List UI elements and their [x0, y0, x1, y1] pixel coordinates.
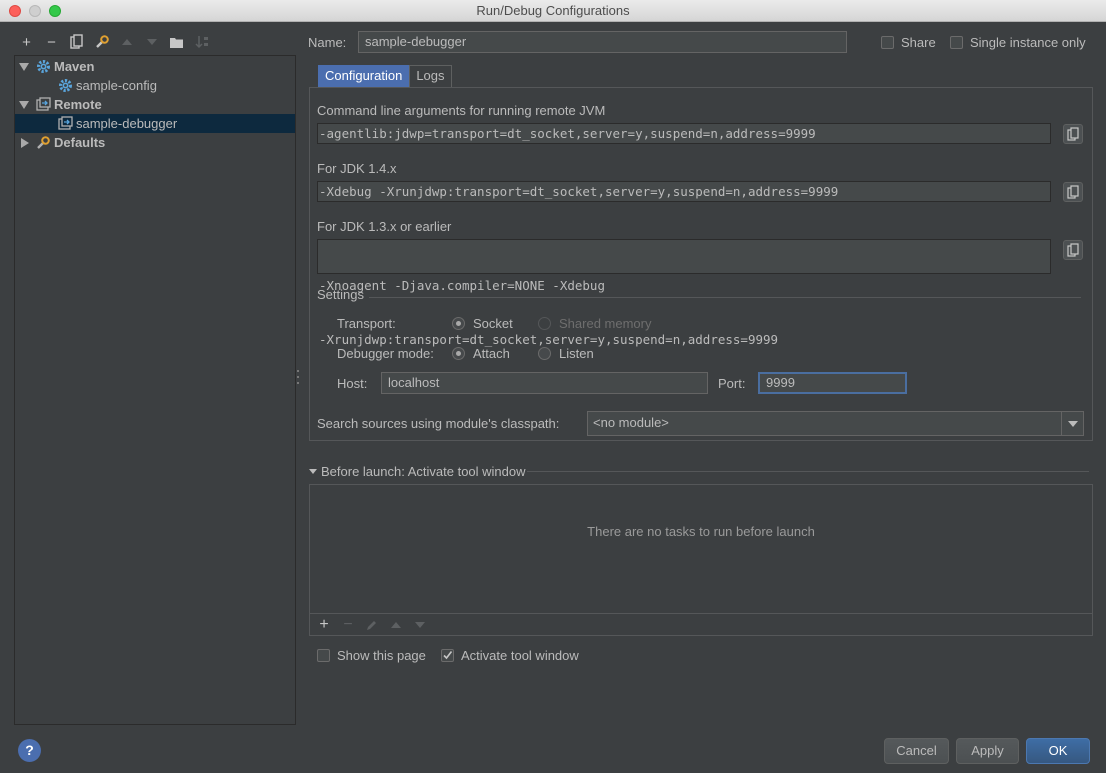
wrench-icon[interactable]	[91, 32, 112, 52]
move-task-up-icon[interactable]	[386, 615, 406, 635]
copy-icon	[1067, 243, 1079, 257]
share-label: Share	[901, 35, 936, 50]
edit-task-icon[interactable]	[362, 615, 382, 635]
copy-jdk14-button[interactable]	[1063, 182, 1083, 202]
close-window-button[interactable]	[9, 5, 21, 17]
mode-attach-radio[interactable]	[452, 347, 465, 360]
title-bar: Run/Debug Configurations	[0, 0, 1106, 22]
tree-item-label: Defaults	[54, 135, 106, 150]
tree-item-maven[interactable]: Maven	[15, 57, 295, 76]
before-launch-tasks: There are no tasks to run before launch …	[309, 484, 1093, 636]
folder-icon[interactable]	[166, 32, 187, 52]
checkmark-icon	[443, 651, 453, 660]
copy-icon	[1067, 185, 1079, 199]
ok-button[interactable]: OK	[1026, 738, 1090, 764]
jdk13-line: -Xnoagent -Djava.compiler=NONE -Xdebug	[319, 278, 605, 293]
port-input[interactable]: 9999	[758, 372, 907, 394]
remote-icon	[35, 97, 51, 113]
host-label: Host:	[337, 376, 368, 391]
single-instance-checkbox[interactable]	[950, 36, 963, 49]
before-launch-header[interactable]: Before launch: Activate tool window	[309, 464, 526, 479]
tree-item-sample-debugger[interactable]: sample-debugger	[15, 114, 295, 133]
expand-arrow-icon[interactable]	[17, 62, 31, 71]
tab-bar: Configuration Logs	[318, 65, 452, 87]
port-label: Port:	[718, 376, 746, 391]
settings-divider	[369, 297, 1081, 298]
cmdline-label: Command line arguments for running remot…	[317, 103, 606, 118]
name-label: Name:	[308, 35, 347, 50]
tree-item-label: Maven	[54, 59, 95, 74]
transport-socket-radio[interactable]	[452, 317, 465, 330]
configuration-tree: Maven sample-config Remote sample-debugg…	[14, 55, 296, 725]
window-title: Run/Debug Configurations	[476, 3, 630, 18]
remove-icon[interactable]: −	[41, 32, 62, 52]
module-select[interactable]: <no module>	[587, 411, 1084, 436]
jdk13-field[interactable]: -Xnoagent -Djava.compiler=NONE -Xdebug -…	[317, 239, 1051, 347]
jdk13-label: For JDK 1.3.x or earlier	[317, 219, 452, 234]
maven-gear-icon	[35, 59, 51, 75]
maximize-window-button[interactable]	[49, 5, 61, 17]
mode-listen-radio[interactable]	[538, 347, 551, 360]
collapse-arrow-icon	[309, 468, 317, 474]
collapse-arrow-icon[interactable]	[18, 137, 32, 148]
before-launch-divider	[527, 471, 1089, 472]
maven-config-icon	[57, 78, 73, 94]
tree-item-label: sample-debugger	[76, 116, 178, 131]
config-toolbar: + −	[16, 32, 212, 52]
jdk14-label: For JDK 1.4.x	[317, 161, 397, 176]
transport-shared-memory-radio[interactable]	[538, 317, 551, 330]
activate-tool-window-checkbox[interactable]	[441, 649, 454, 662]
tree-item-label: sample-config	[76, 78, 157, 93]
no-tasks-text: There are no tasks to run before launch	[587, 524, 815, 539]
share-checkbox[interactable]	[881, 36, 894, 49]
tab-configuration[interactable]: Configuration	[318, 65, 410, 87]
transport-label: Transport:	[337, 316, 396, 331]
add-icon[interactable]: +	[16, 32, 37, 52]
copy-icon[interactable]	[66, 32, 87, 52]
show-page-label: Show this page	[337, 648, 426, 663]
remove-task-icon[interactable]: −	[338, 615, 358, 635]
debugger-mode-label: Debugger mode:	[337, 346, 434, 361]
minimize-window-button[interactable]	[29, 5, 41, 17]
tree-item-remote[interactable]: Remote	[15, 95, 295, 114]
sort-icon[interactable]	[191, 32, 212, 52]
jdk14-field[interactable]: -Xdebug -Xrunjdwp:transport=dt_socket,se…	[317, 181, 1051, 202]
settings-heading: Settings	[317, 287, 364, 302]
defaults-wrench-icon	[35, 135, 51, 151]
host-input[interactable]: localhost	[381, 372, 708, 394]
activate-tool-window-label: Activate tool window	[461, 648, 579, 663]
before-launch-title: Before launch: Activate tool window	[321, 464, 526, 479]
remote-config-icon	[57, 116, 73, 132]
single-instance-label: Single instance only	[970, 35, 1086, 50]
tree-item-sample-config[interactable]: sample-config	[15, 76, 295, 95]
show-page-checkbox[interactable]	[317, 649, 330, 662]
tasks-toolbar: + −	[310, 613, 1092, 635]
apply-button[interactable]: Apply	[956, 738, 1019, 764]
cmdline-field[interactable]: -agentlib:jdwp=transport=dt_socket,serve…	[317, 123, 1051, 144]
chevron-down-icon[interactable]	[1061, 412, 1083, 435]
cancel-button[interactable]: Cancel	[884, 738, 949, 764]
tree-item-label: Remote	[54, 97, 102, 112]
splitter-handle[interactable]	[297, 370, 301, 384]
mode-listen-label: Listen	[559, 346, 594, 361]
copy-icon	[1067, 127, 1079, 141]
mode-attach-label: Attach	[473, 346, 510, 361]
name-input[interactable]: sample-debugger	[358, 31, 847, 53]
module-select-value: <no module>	[593, 415, 669, 430]
expand-arrow-icon[interactable]	[17, 100, 31, 109]
move-down-icon[interactable]	[141, 32, 162, 52]
help-button[interactable]: ?	[18, 739, 41, 762]
move-up-icon[interactable]	[116, 32, 137, 52]
copy-jdk13-button[interactable]	[1063, 240, 1083, 260]
move-task-down-icon[interactable]	[410, 615, 430, 635]
copy-cmdline-button[interactable]	[1063, 124, 1083, 144]
tab-logs[interactable]: Logs	[409, 65, 452, 87]
tree-item-defaults[interactable]: Defaults	[15, 133, 295, 152]
transport-socket-label: Socket	[473, 316, 513, 331]
add-task-icon[interactable]: +	[314, 615, 334, 635]
module-label: Search sources using module's classpath:	[317, 416, 560, 431]
transport-shared-memory-label: Shared memory	[559, 316, 652, 331]
